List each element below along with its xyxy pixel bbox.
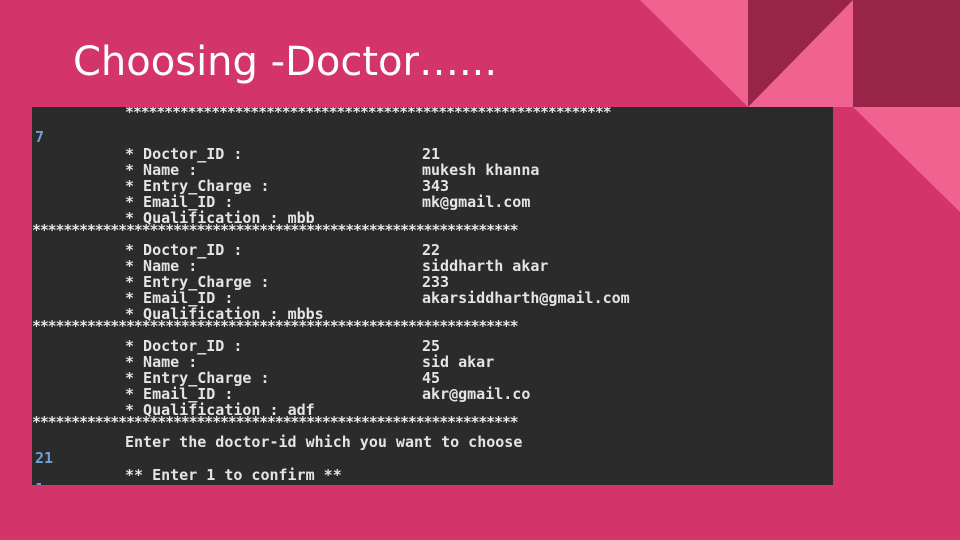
separator-line: ****************************************…	[125, 107, 612, 121]
console-output: ****************************************…	[32, 107, 833, 485]
user-input-line: 21	[35, 449, 54, 467]
field-email-id: * Email_ID : mk@gmail.com	[125, 193, 531, 211]
field-doctor-id: * Doctor_ID :21	[125, 145, 441, 163]
user-input-line: 7	[35, 128, 45, 146]
field-email-id: * Email_ID : akarsiddharth@gmail.com	[125, 289, 630, 307]
field-entry-charge: * Entry_Charge :343	[125, 177, 450, 195]
field-name: * Name : mukesh khanna	[125, 161, 540, 179]
field-doctor-id: * Doctor_ID :25	[125, 337, 441, 355]
separator-line: ****************************************…	[32, 413, 519, 431]
field-email-id: * Email_ID : akr@gmail.co	[125, 385, 531, 403]
field-entry-charge: * Entry_Charge :233	[125, 273, 450, 291]
triangle-light-right	[853, 107, 960, 212]
prompt-choose-doctor: Enter the doctor-id which you want to ch…	[125, 433, 523, 451]
separator-line: ****************************************…	[32, 317, 519, 335]
user-input-line: 1	[35, 481, 44, 485]
field-name: * Name : sid akar	[125, 353, 495, 371]
field-name: * Name : siddharth akar	[125, 257, 549, 275]
slide-title: Choosing -Doctor…...	[73, 39, 498, 85]
field-doctor-id: * Doctor_ID :22	[125, 241, 441, 259]
triangle-dark-right	[853, 0, 960, 107]
prompt-confirm: ** Enter 1 to confirm **	[125, 466, 342, 484]
field-entry-charge: * Entry_Charge :45	[125, 369, 441, 387]
separator-line: ****************************************…	[32, 221, 519, 239]
